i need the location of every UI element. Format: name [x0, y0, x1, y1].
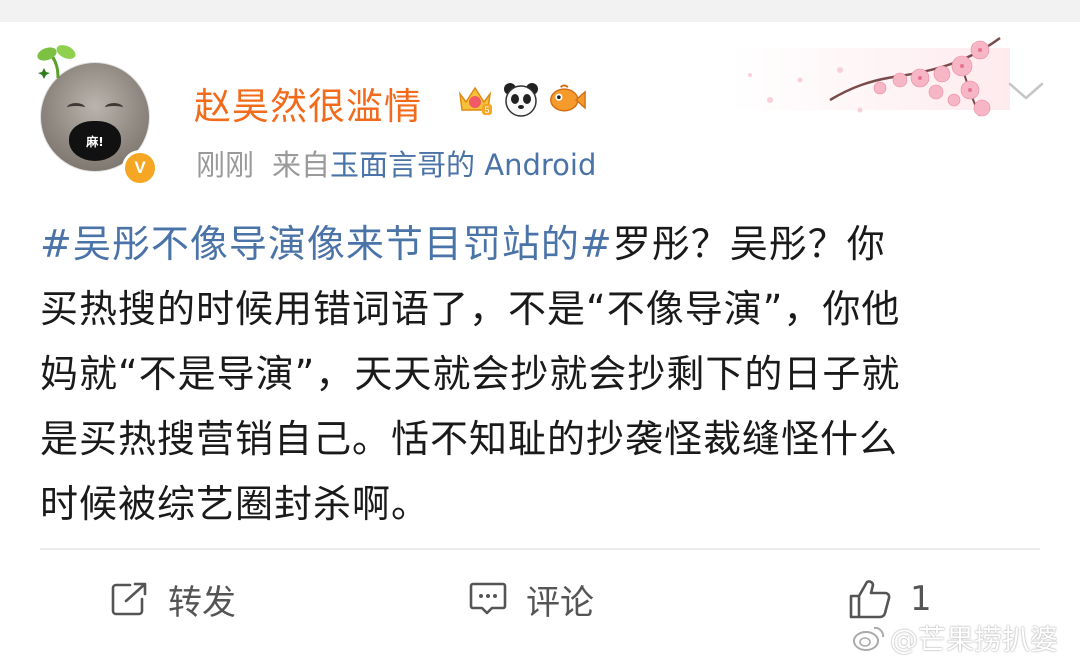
crown-badge-icon[interactable]: 5 — [456, 80, 494, 118]
svg-text:5: 5 — [484, 105, 489, 115]
like-button[interactable]: 1 — [848, 574, 932, 624]
watermark-text: @芒果捞扒婆 — [890, 623, 1059, 656]
watermark: @芒果捞扒婆 — [852, 618, 1058, 658]
post-text-line: 妈就“不是导演”，天天就会抄就会抄剩下的日子就 — [40, 352, 901, 396]
verified-badge: V — [122, 150, 158, 186]
post-text-segment: 罗彤？吴彤？你 — [612, 222, 886, 266]
like-count: 1 — [910, 579, 932, 619]
repost-label: 转发 — [168, 582, 236, 623]
repost-button[interactable]: 转发 — [110, 574, 236, 624]
post-text-line: 买热搜的时候用错词语了，不是“不像导演”，你他 — [40, 287, 901, 331]
divider — [40, 548, 1040, 550]
share-icon — [111, 582, 147, 616]
post-time: 刚刚 — [196, 148, 255, 182]
top-strip — [0, 0, 1080, 22]
post-text-line: 时候被综艺圈封杀啊。 — [40, 482, 431, 526]
chevron-down-icon[interactable] — [1006, 78, 1046, 104]
source-link[interactable]: 玉面言哥的 — [330, 148, 475, 182]
weibo-logo-icon — [853, 626, 885, 651]
avatar-eye — [105, 103, 123, 112]
comment-icon — [469, 582, 507, 615]
author-badges: 5 — [456, 80, 586, 118]
avatar-caption: 麻! — [69, 121, 121, 161]
comment-button[interactable]: 评论 — [468, 574, 594, 624]
author-avatar-group[interactable]: 麻! V — [37, 45, 158, 186]
hashtag-link[interactable]: #吴彤不像导演像来节目罚站的# — [40, 222, 613, 266]
post-text-line: 是买热搜营销自己。恬不知耻的抄袭怪裁缝怪什么 — [40, 417, 899, 461]
thumbs-up-icon — [849, 580, 891, 619]
post-text-line: #吴彤不像导演像来节目罚站的#罗彤？吴彤？你 — [40, 212, 1040, 277]
post-meta: 刚刚 来自玉面言哥的 Android — [196, 142, 596, 184]
author-name[interactable]: 赵昊然很滥情 — [194, 76, 422, 130]
avatar-eye — [67, 103, 85, 112]
source-device[interactable]: Android — [475, 148, 596, 182]
source-prefix: 来自 — [272, 148, 331, 182]
post-text: #吴彤不像导演像来节目罚站的#罗彤？吴彤？你 买热搜的时候用错词语了，不是“不像… — [40, 212, 1040, 537]
panda-icon[interactable] — [502, 80, 540, 118]
fish-icon[interactable] — [548, 80, 586, 118]
comment-label: 评论 — [526, 582, 594, 623]
cherry-blossom-decoration — [730, 36, 1010, 117]
sprout-icon — [37, 45, 76, 79]
